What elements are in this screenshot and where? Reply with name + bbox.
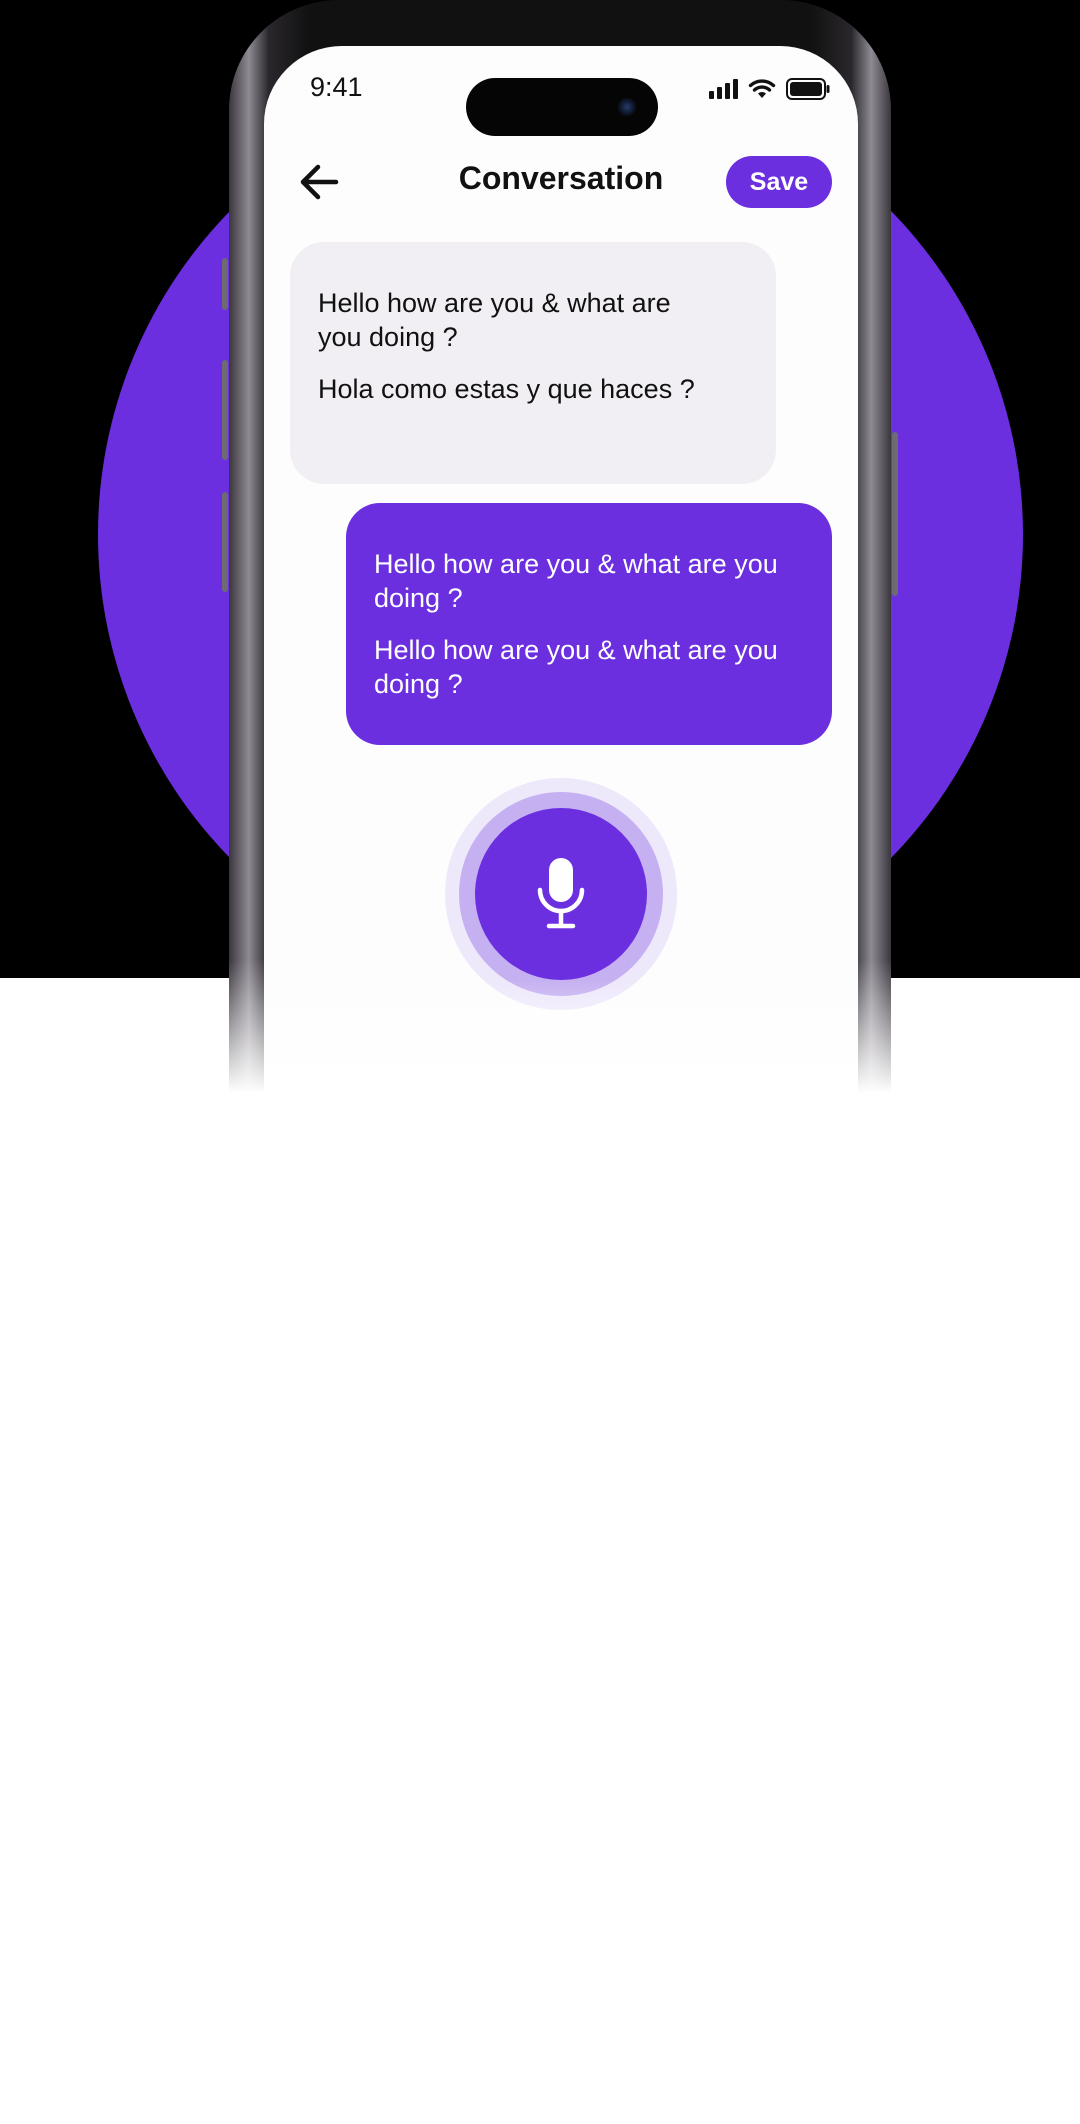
message-original-text: Hello how are you & what are you doing ?	[318, 288, 671, 352]
signal-icon	[709, 79, 738, 99]
dynamic-island	[466, 78, 658, 136]
phone-screen: 9:41 Conversation Save Hello how are you…	[264, 46, 858, 1100]
status-time: 9:41	[310, 72, 363, 102]
wifi-icon	[748, 79, 776, 98]
phone-power-button	[892, 432, 898, 596]
phone-volume-down-button	[222, 492, 228, 592]
message-translated-text: Hello how are you & what are you doing ?	[374, 635, 778, 699]
mic-button[interactable]	[445, 778, 677, 1010]
front-camera-icon	[618, 98, 636, 116]
mic-button-core[interactable]	[475, 808, 647, 980]
message-bubble-outgoing: Hello how are you & what are you doing ?…	[346, 503, 832, 745]
message-original-text: Hello how are you & what are you doing ?	[374, 549, 778, 613]
battery-icon	[786, 78, 830, 100]
save-button[interactable]: Save	[726, 156, 832, 208]
mockup-stage: 9:41 Conversation Save Hello how are you…	[0, 0, 1080, 2124]
status-icons	[709, 76, 830, 102]
phone-volume-up-button	[222, 360, 228, 460]
message-bubble-incoming: Hello how are you & what are you doing ?…	[290, 242, 776, 484]
message-translated-text: Hola como estas y que haces ?	[318, 374, 695, 404]
phone-action-button	[222, 258, 228, 310]
white-backdrop	[0, 978, 1080, 2124]
microphone-icon	[537, 858, 585, 929]
